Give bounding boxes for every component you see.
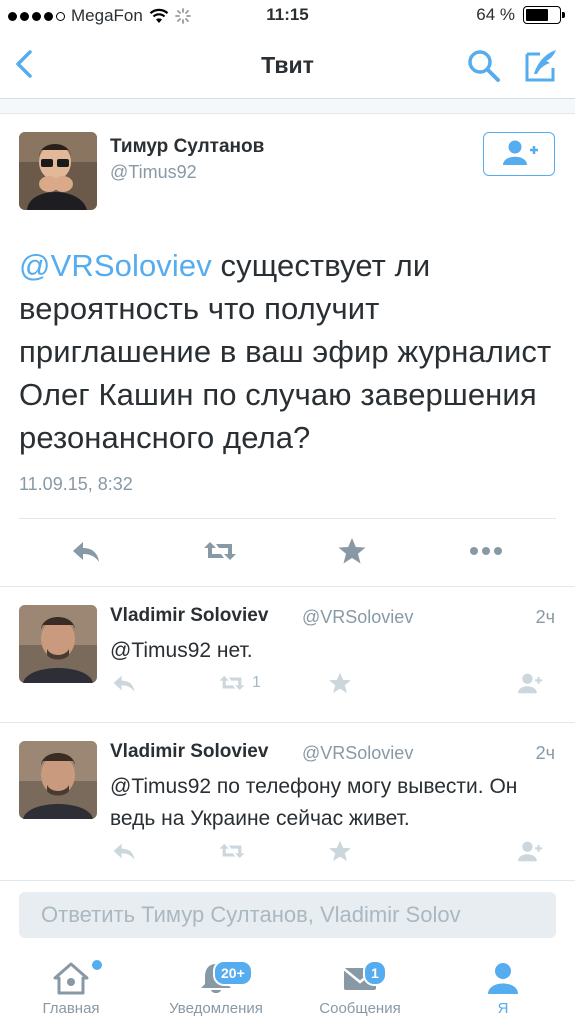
tweet-text: @VRSoloviev существует ли вероятность чт… [19, 244, 559, 459]
reply-author-handle[interactable]: @VRSoloviev [302, 607, 413, 628]
navigation-bar: Твит [0, 32, 575, 99]
divider [19, 518, 556, 519]
tweet-actions [0, 532, 575, 572]
home-icon [53, 962, 89, 995]
person-icon [488, 963, 518, 994]
tab-bar: Главная 20+ Уведомления 1 Сообщения Я [0, 950, 575, 1024]
battery-icon [523, 6, 565, 24]
reply-author-handle[interactable]: @VRSoloviev [302, 743, 413, 764]
reply-author-name[interactable]: Vladimir Soloviev [110, 741, 268, 763]
battery-percent: 64 % [476, 5, 515, 24]
author-handle[interactable]: @Timus92 [110, 162, 197, 183]
reply-text: @Timus92 нет. [110, 639, 253, 662]
reply-icon[interactable] [110, 839, 138, 863]
retweet-count: 1 [252, 674, 261, 691]
tab-label: Я [497, 1000, 509, 1017]
reply-text: @Timus92 по телефону могу вывести. Он ве… [110, 775, 518, 830]
add-user-icon[interactable] [514, 671, 546, 695]
reply-tweet[interactable]: Vladimir Soloviev @VRSoloviev 2ч @Timus9… [0, 586, 575, 723]
tab-label: Уведомления [169, 1000, 263, 1017]
new-content-dot [92, 960, 102, 970]
favorite-star-icon[interactable] [326, 839, 354, 863]
favorite-star-icon[interactable] [336, 536, 368, 566]
more-options-icon[interactable] [468, 536, 504, 566]
compose-tweet-icon[interactable] [522, 46, 560, 84]
reply-tweet[interactable]: Vladimir Soloviev @VRSoloviev 2ч @Timus9… [0, 722, 575, 881]
search-icon[interactable] [466, 48, 502, 84]
reply-actions [0, 839, 575, 869]
add-user-icon[interactable] [514, 839, 546, 863]
reply-author-name[interactable]: Vladimir Soloviev [110, 605, 268, 627]
reply-icon[interactable] [110, 671, 138, 695]
follow-button[interactable] [483, 132, 555, 176]
tab-label: Главная [42, 1000, 100, 1017]
notification-badge: 20+ [213, 960, 253, 986]
tab-notifications[interactable]: 20+ Уведомления [151, 950, 281, 1024]
reply-input[interactable]: Ответить Тимур Султанов, Vladimir Solov [19, 892, 556, 938]
tab-label: Сообщения [319, 1000, 401, 1017]
tweet-mention[interactable]: @VRSoloviev [19, 248, 212, 283]
tab-messages[interactable]: 1 Сообщения [295, 950, 425, 1024]
retweet-icon[interactable] [202, 536, 238, 566]
tab-home[interactable]: Главная [6, 950, 136, 1024]
tweet-timestamp: 11.09.15, 8:32 [19, 474, 133, 494]
status-bar: MegaFon 11:15 64 % [0, 0, 575, 32]
reply-actions: 1 [0, 671, 575, 701]
messages-badge: 1 [363, 960, 387, 986]
author-avatar[interactable] [19, 132, 97, 210]
status-right: 64 % [476, 5, 565, 25]
retweet-icon[interactable] [218, 839, 246, 863]
author-name[interactable]: Тимур Султанов [110, 136, 264, 158]
section-divider [0, 99, 575, 114]
divider [0, 880, 575, 881]
reply-icon[interactable] [70, 536, 102, 566]
reply-timestamp: 2ч [535, 743, 555, 763]
add-user-icon [502, 140, 538, 165]
reply-timestamp: 2ч [535, 607, 555, 627]
retweet-icon[interactable] [218, 671, 246, 695]
favorite-star-icon[interactable] [326, 671, 354, 695]
tab-me[interactable]: Я [438, 950, 568, 1024]
reply-avatar[interactable] [19, 741, 97, 819]
